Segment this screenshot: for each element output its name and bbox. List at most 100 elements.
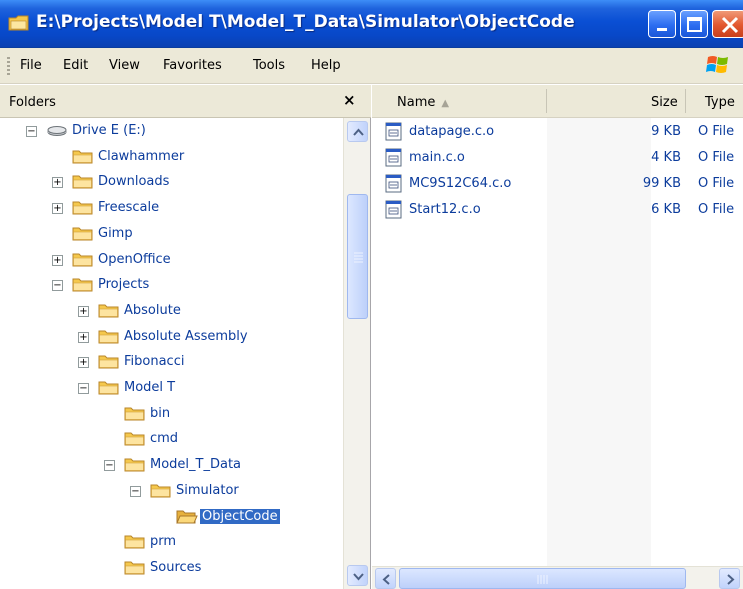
maximize-button[interactable] <box>680 10 708 38</box>
tree-item[interactable]: Gimp <box>0 223 343 247</box>
tree-item[interactable]: − Projects <box>0 274 343 298</box>
tree-item-label[interactable]: Fibonacci <box>122 354 186 369</box>
folder-icon <box>72 278 93 292</box>
folders-header: Folders × <box>0 85 371 118</box>
expand-icon[interactable]: + <box>78 357 89 369</box>
menu-view[interactable]: View <box>109 58 140 73</box>
file-type: O File <box>698 150 735 165</box>
scroll-up-button[interactable] <box>347 121 368 142</box>
file-type: O File <box>698 202 735 217</box>
chevron-right-icon <box>727 574 735 585</box>
file-row[interactable]: main.c.o 4 KB O File <box>372 146 743 172</box>
tree-item-label[interactable]: cmd <box>148 431 180 446</box>
tree-item-label[interactable]: bin <box>148 406 172 421</box>
menu-help[interactable]: Help <box>311 58 341 73</box>
tree-item[interactable]: bin <box>0 403 343 427</box>
menu-tools[interactable]: Tools <box>253 58 285 73</box>
tree-item-label[interactable]: Sources <box>148 560 203 575</box>
menu-bar: File Edit View Favorites Tools Help <box>0 48 743 84</box>
folder-icon <box>124 458 145 472</box>
chevron-up-icon <box>353 128 364 136</box>
folder-icon <box>72 175 93 189</box>
tree-item[interactable]: + Downloads <box>0 171 343 195</box>
tree-item[interactable]: + OpenOffice <box>0 249 343 273</box>
tree-item[interactable]: + Freescale <box>0 197 343 221</box>
folder-icon <box>124 407 145 421</box>
tree-item-label[interactable]: Absolute Assembly <box>122 329 250 344</box>
tree-item-label[interactable]: Freescale <box>96 200 161 215</box>
tree-item[interactable]: ObjectCode <box>0 506 343 530</box>
file-name[interactable]: main.c.o <box>409 150 465 165</box>
tree-item-label[interactable]: prm <box>148 534 178 549</box>
folder-icon <box>98 381 119 395</box>
expand-icon[interactable]: + <box>78 305 89 317</box>
tree-item[interactable]: Clawhammer <box>0 146 343 170</box>
expand-icon[interactable]: + <box>52 254 63 266</box>
tree-item-label[interactable]: ObjectCode <box>200 508 280 524</box>
collapse-icon[interactable]: − <box>26 126 37 137</box>
scroll-left-button[interactable] <box>375 568 396 589</box>
scroll-thumb[interactable] <box>347 194 368 319</box>
column-divider[interactable] <box>685 89 686 113</box>
tree-item-label[interactable]: Downloads <box>96 174 171 189</box>
horizontal-scroll-thumb[interactable] <box>399 568 686 589</box>
menu-favorites[interactable]: Favorites <box>163 58 222 73</box>
menu-edit[interactable]: Edit <box>63 58 88 73</box>
column-type-label: Type <box>705 95 735 110</box>
folder-window-icon <box>8 15 29 31</box>
list-horizontal-scrollbar[interactable] <box>372 566 743 589</box>
column-divider[interactable] <box>546 89 547 113</box>
folder-tree[interactable]: − Drive E (E:) Clawhammer + Downloads + Freesc… <box>0 118 343 589</box>
folder-icon <box>98 304 119 318</box>
folders-pane: Folders × − Drive E (E:) Clawhammer + Downlo… <box>0 85 371 589</box>
expand-icon[interactable]: + <box>78 331 89 343</box>
tree-item[interactable]: − Simulator <box>0 480 343 504</box>
title-bar[interactable]: E:\Projects\Model T\Model_T_Data\Simulat… <box>0 0 743 48</box>
column-size-header[interactable]: Size <box>651 95 678 110</box>
menu-file[interactable]: File <box>20 58 42 73</box>
column-name-label: Name <box>397 95 436 110</box>
tree-item[interactable]: Sources <box>0 557 343 581</box>
collapse-icon[interactable]: − <box>78 383 89 394</box>
file-row[interactable]: datapage.c.o 9 KB O File <box>372 120 743 146</box>
tree-item[interactable]: + Absolute Assembly <box>0 326 343 350</box>
tree-item[interactable]: − Drive E (E:) <box>0 120 343 144</box>
collapse-icon[interactable]: − <box>130 485 141 497</box>
sort-ascending-icon: ▲ <box>441 98 450 109</box>
tree-item-label[interactable]: Simulator <box>174 483 241 498</box>
file-row[interactable]: MC9S12C64.c.o 99 KB O File <box>372 172 743 198</box>
file-name[interactable]: MC9S12C64.c.o <box>409 176 511 191</box>
minimize-button[interactable] <box>648 10 676 38</box>
menu-grip[interactable] <box>7 57 10 75</box>
tree-item-label[interactable]: OpenOffice <box>96 252 173 267</box>
tree-item-label[interactable]: Absolute <box>122 303 183 318</box>
expand-icon[interactable]: + <box>52 177 63 189</box>
tree-item[interactable]: + Fibonacci <box>0 351 343 375</box>
column-type-header[interactable]: Type <box>705 95 735 110</box>
tree-item-label[interactable]: Drive E (E:) <box>70 123 148 138</box>
folder-icon <box>124 535 145 549</box>
file-name[interactable]: datapage.c.o <box>409 124 494 139</box>
collapse-icon[interactable]: − <box>104 460 115 472</box>
folders-close-button[interactable]: × <box>343 91 356 109</box>
tree-item-label[interactable]: Model_T_Data <box>148 457 243 472</box>
scroll-down-button[interactable] <box>347 565 368 586</box>
file-name[interactable]: Start12.c.o <box>409 202 481 217</box>
folders-vertical-scrollbar[interactable] <box>343 118 370 589</box>
tree-item[interactable]: − Model T <box>0 377 343 401</box>
scroll-right-button[interactable] <box>719 568 740 589</box>
column-name-header[interactable]: Name ▲ <box>397 95 449 110</box>
tree-item[interactable]: prm <box>0 531 343 555</box>
tree-item[interactable]: cmd <box>0 428 343 452</box>
tree-item[interactable]: + Absolute <box>0 300 343 324</box>
expand-icon[interactable]: + <box>52 203 63 215</box>
tree-item[interactable]: − Model_T_Data <box>0 454 343 478</box>
folder-icon <box>72 201 93 215</box>
collapse-icon[interactable]: − <box>52 280 63 292</box>
tree-item-label[interactable]: Clawhammer <box>96 149 186 164</box>
close-button[interactable] <box>712 10 743 38</box>
tree-item-label[interactable]: Projects <box>96 277 151 292</box>
tree-item-label[interactable]: Gimp <box>96 226 135 241</box>
file-row[interactable]: Start12.c.o 6 KB O File <box>372 198 743 224</box>
tree-item-label[interactable]: Model T <box>122 380 177 395</box>
